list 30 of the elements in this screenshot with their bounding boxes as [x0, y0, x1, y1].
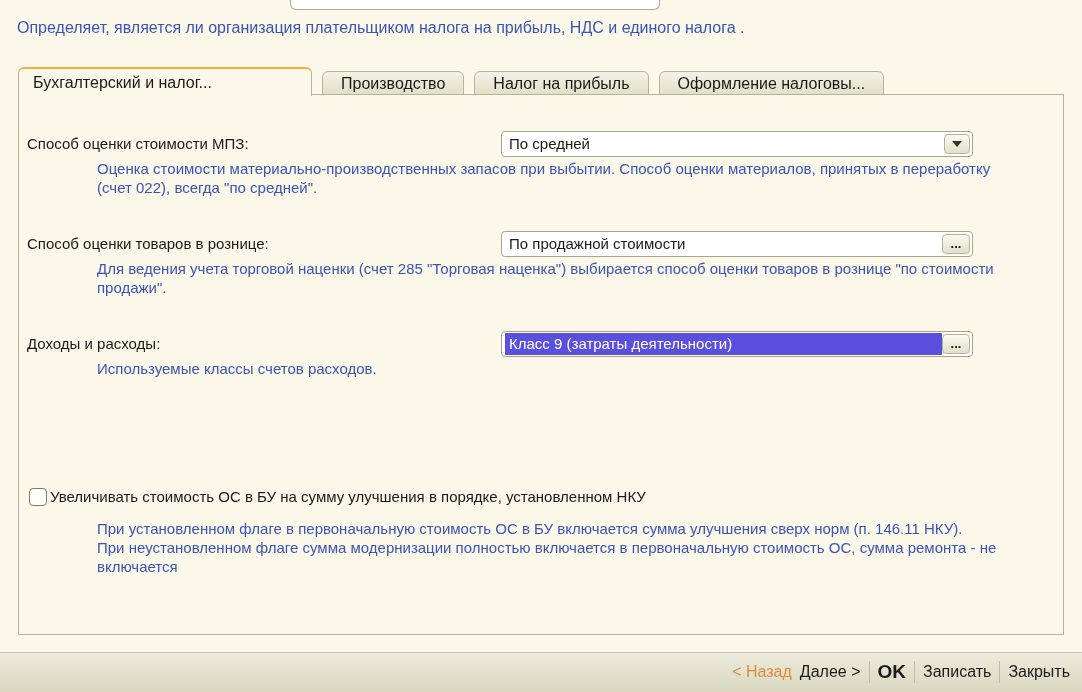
select-field[interactable]: По продажной стоимости ... [501, 231, 973, 257]
select-field[interactable]: Класс 9 (затраты деятельности) ... [501, 331, 973, 357]
description-text: Определяет, является ли организация плательщиком налога на прибыль, НДС и единого налога . [17, 18, 746, 38]
field-value: Класс 9 (затраты деятельности) [505, 333, 942, 355]
dropdown-button[interactable] [944, 134, 970, 154]
field-value: По продажной стоимости [508, 234, 687, 254]
field-value: По средней [508, 134, 591, 154]
caret-down-icon [952, 141, 962, 147]
hint-text: Используемые классы счетов расходов. [97, 359, 378, 378]
field-label: Доходы и расходы: [27, 333, 162, 354]
checkbox[interactable] [29, 488, 47, 507]
checkbox-label: Увеличивать стоимость ОС в БУ на сумму улучшения в порядке, установленном НКУ [50, 487, 646, 507]
hint-text: Для ведения учета торговой наценки (счет 285 "Торговая наценка") выбирается способ оценки товаров в рознице "по стоимости продажи". [97, 259, 995, 297]
tab[interactable]: Производство [322, 71, 465, 95]
field-label: Способ оценки товаров в рознице: [27, 233, 270, 254]
tab[interactable]: Бухгалтерский и налог... [18, 67, 312, 96]
footer-button[interactable]: Закрыть [1004, 660, 1074, 684]
tab[interactable]: Налог на прибыль [474, 71, 649, 95]
footer-button[interactable]: Далее > [795, 660, 865, 684]
tab[interactable]: Оформление налоговы... [658, 71, 885, 95]
field-label: Способ оценки стоимости МПЗ: [27, 133, 250, 154]
footer-button[interactable]: OK [873, 657, 910, 687]
input-field[interactable] [290, 0, 660, 10]
select-button[interactable]: ... [942, 334, 970, 354]
hint-text: Оценка стоимости материально-производственных запасов при выбытии. Способ оценки материалов, принятых в переработку (счет 022), всегда "по средней". [97, 159, 992, 197]
select-field[interactable]: По средней [501, 131, 973, 157]
footer-button[interactable]: Записать [919, 660, 996, 684]
select-button[interactable]: ... [942, 234, 970, 254]
hint-text: При неустановленном флаге сумма модернизации полностью включается в первоначальную стоимость ОС, сумма ремонта - не включается [97, 537, 998, 576]
hint-text: При установленном флаге в первоначальную стоимость ОС в БУ включается сумма улучшения сверх норм (п. 146.11 НКУ). [97, 518, 964, 538]
